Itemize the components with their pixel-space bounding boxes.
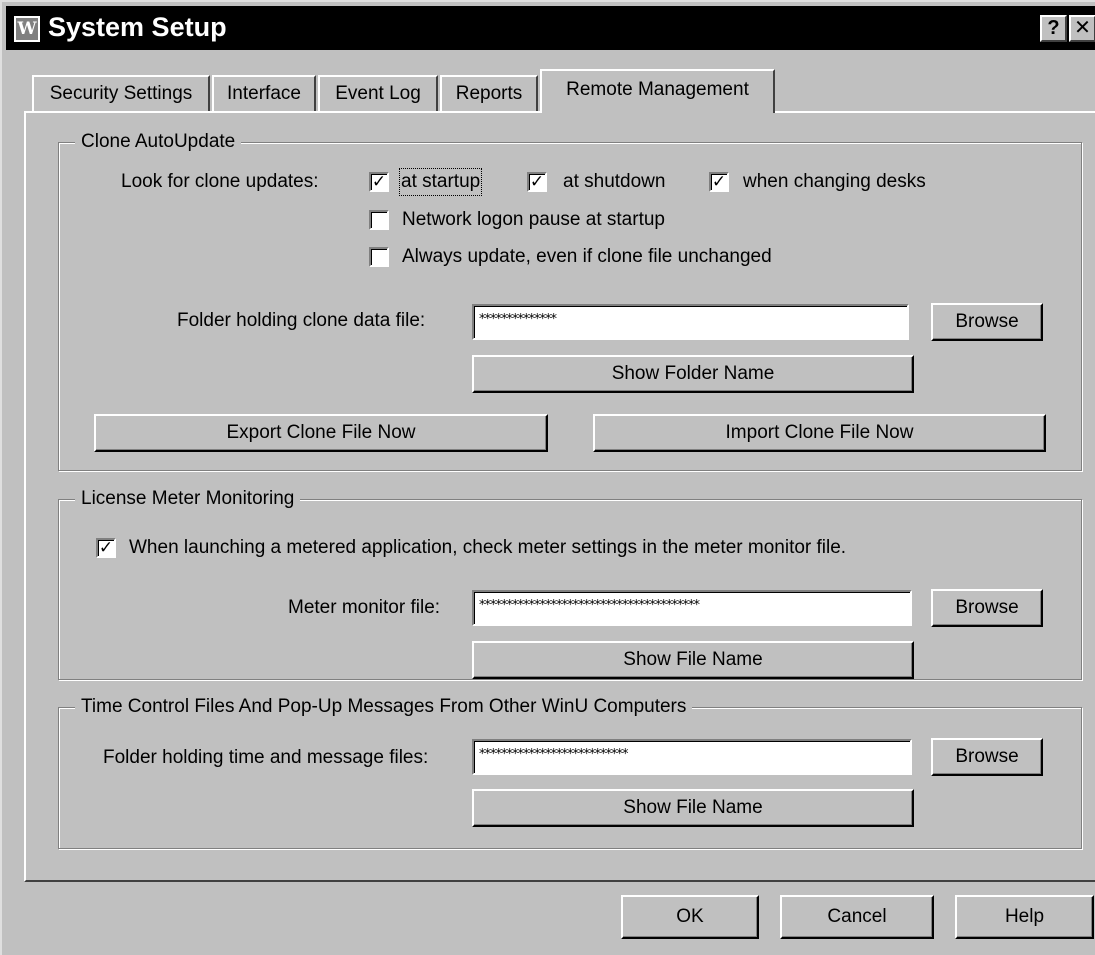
help-icon[interactable]: ? [1040,15,1067,42]
at-shutdown-checkbox[interactable]: ✓ [527,172,547,192]
window-title: System Setup [48,12,227,42]
tab-security-settings[interactable]: Security Settings [32,75,210,111]
time-show-file-name-button[interactable]: Show File Name [472,789,914,827]
export-clone-file-button[interactable]: Export Clone File Now [94,414,548,452]
clone-browse-button[interactable]: Browse [931,303,1043,341]
check-meter-label[interactable]: When launching a metered application, ch… [129,536,846,560]
remote-management-page: Clone AutoUpdate Look for clone updates:… [24,111,1095,882]
group-title: Time Control Files And Pop-Up Messages F… [75,696,693,718]
time-message-folder-label: Folder holding time and message files: [103,747,429,768]
help-button[interactable]: Help [955,895,1094,939]
meter-show-file-name-button[interactable]: Show File Name [472,641,914,679]
title-bar[interactable]: W System Setup ? ✕ [6,6,1095,50]
app-icon[interactable]: W [14,16,40,42]
network-logon-pause-label[interactable]: Network logon pause at startup [402,208,665,232]
license-meter-group: License Meter Monitoring ✓ When launchin… [58,488,1082,680]
at-startup-label[interactable]: at startup [398,168,483,196]
clone-folder-label: Folder holding clone data file: [177,310,426,331]
tab-reports[interactable]: Reports [440,75,538,111]
time-message-folder-field[interactable]: *************************** [472,739,912,775]
time-browse-button[interactable]: Browse [931,738,1043,776]
cancel-button[interactable]: Cancel [780,895,934,939]
clone-folder-field[interactable]: ************** [472,304,909,340]
show-folder-name-button[interactable]: Show Folder Name [472,355,914,393]
meter-monitor-file-field[interactable]: **************************************** [472,590,912,626]
system-setup-window: W System Setup ? ✕ Security Settings Int… [0,0,1095,955]
meter-monitor-file-label: Meter monitor file: [288,597,441,618]
clone-autoupdate-group: Clone AutoUpdate Look for clone updates:… [58,131,1082,471]
meter-browse-button[interactable]: Browse [931,589,1043,627]
close-icon[interactable]: ✕ [1069,15,1095,42]
at-startup-checkbox[interactable]: ✓ [369,172,389,192]
time-control-group: Time Control Files And Pop-Up Messages F… [58,696,1082,849]
tab-remote-management[interactable]: Remote Management [540,69,775,113]
group-title: Clone AutoUpdate [75,131,242,153]
network-logon-pause-checkbox[interactable] [369,210,389,230]
when-changing-desks-label[interactable]: when changing desks [743,170,926,194]
tab-event-log[interactable]: Event Log [318,75,438,111]
always-update-label[interactable]: Always update, even if clone file unchan… [402,245,772,269]
tab-interface[interactable]: Interface [212,75,316,111]
ok-button[interactable]: OK [621,895,759,939]
group-title: License Meter Monitoring [75,488,301,510]
when-changing-desks-checkbox[interactable]: ✓ [709,172,729,192]
look-for-updates-label: Look for clone updates: [121,171,319,192]
import-clone-file-button[interactable]: Import Clone File Now [593,414,1046,452]
at-shutdown-label[interactable]: at shutdown [563,170,665,194]
check-meter-checkbox[interactable]: ✓ [96,538,116,558]
always-update-checkbox[interactable] [369,247,389,267]
